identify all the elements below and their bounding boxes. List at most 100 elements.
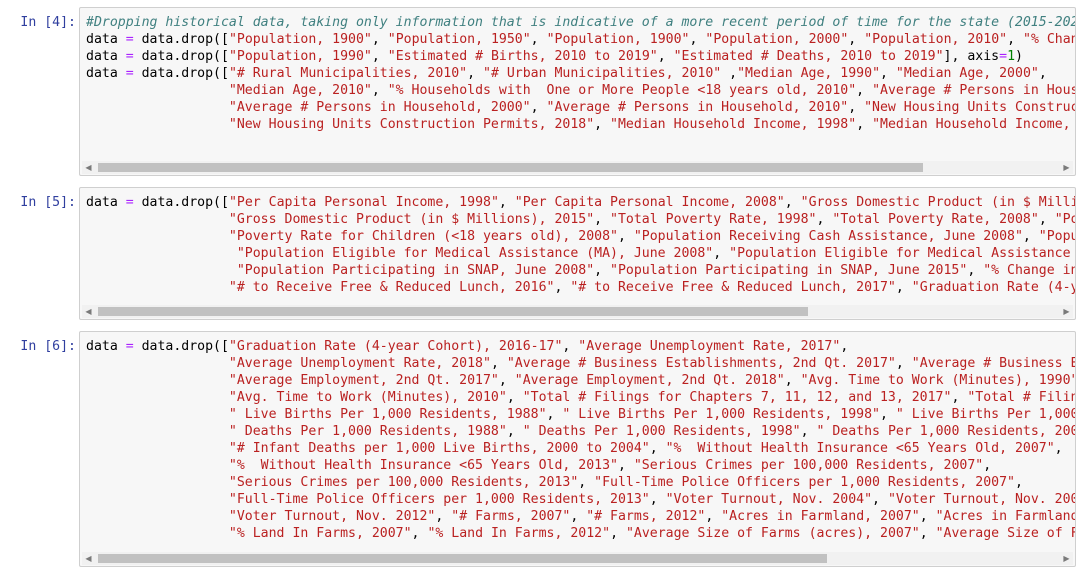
code-token: "Average Unemployment Rate, 2018" [228,356,491,371]
code-token: "# Urban Municipalities, 2010" [483,66,722,81]
code-token: , [1038,66,1047,81]
code-token: " Live Births Per 1,000 Resi [895,407,1075,422]
code-line: "Population Participating in SNAP, June … [86,262,1075,279]
code-token: , [1054,441,1063,456]
code-editor[interactable]: #Dropping historical data, taking only i… [79,7,1076,176]
code-token: "Voter Turnout, Nov. 2004" [665,492,873,507]
code-token: "% Land In Farms, 2012" [427,526,611,541]
right-arrow-icon[interactable]: ▶ [1060,552,1073,565]
code-token: , [713,246,730,261]
code-editor[interactable]: data = data.drop(["Graduation Rate (4-ye… [79,331,1076,567]
code-token: , [617,458,634,473]
code-token: "Estimated # Deaths, 2010 to 2019" [673,49,944,64]
code-token: "Population, 1900" [546,32,690,47]
code-token: "New Housing Units Construction Permits,… [228,117,595,132]
left-arrow-icon[interactable]: ◀ [82,161,95,174]
code-token: , [371,83,388,98]
code-line: "Poverty Rate for Children (<18 years ol… [86,228,1075,245]
code-token: " Deaths Per 1,000 Residents, 1998" [522,424,801,439]
code-line: "New Housing Units Construction Permits,… [86,116,1075,133]
code-token: , [570,509,587,524]
right-arrow-icon[interactable]: ▶ [1060,305,1073,318]
code-token: "Population, 1990" [228,49,372,64]
horizontal-scrollbar[interactable]: ◀ ▶ [82,552,1073,565]
left-arrow-icon[interactable]: ◀ [82,305,95,318]
code-token: "# Farms, 2007" [451,509,571,524]
code-cell-5[interactable]: In [5]: data = data.drop(["Per Capita Pe… [0,187,1081,320]
horizontal-scrollbar[interactable]: ◀ ▶ [82,161,1073,174]
code-editor[interactable]: data = data.drop(["Per Capita Personal I… [79,187,1076,320]
code-line: "Population Eligible for Medical Assista… [86,245,1075,262]
code-token: , [371,32,388,47]
code-token: , [371,49,388,64]
code-token: , [435,509,452,524]
code-token: "% Land In Farms, 2007" [228,526,412,541]
code-token: , [840,339,849,354]
code-token: = [125,66,134,81]
code-token: data.drop([ [133,339,229,354]
code-text[interactable]: data = data.drop(["Graduation Rate (4-ye… [86,338,1075,542]
code-token: , [467,66,484,81]
right-arrow-icon[interactable]: ▶ [1060,161,1073,174]
code-token: "Voter Turnout, Nov. 2012" [228,509,436,524]
code-token: , [610,526,626,541]
code-token: "Avg. Time to Work (Minutes), 2010" [228,390,507,405]
left-arrow-icon[interactable]: ◀ [82,552,95,565]
code-text[interactable]: data = data.drop(["Per Capita Personal I… [86,194,1075,296]
code-token: , [530,100,547,115]
code-line: "Average # Persons in Household, 2000", … [86,99,1075,116]
code-token: "Serious Crimes per 100,000 Residents, 2… [228,475,579,490]
code-token: "Average Employment, 2nd Qt. 2017" [228,373,499,388]
code-token: , [649,492,666,507]
code-token: 1 [1007,49,1016,64]
code-token: "Serious Crimes per 100,000 Residents, 2… [633,458,984,473]
code-token: "Average # Persons in Household [872,83,1075,98]
code-token: , [856,83,873,98]
code-token: "Per Capita Personal Income, 1998" [228,195,499,210]
code-token: "Population Participating in SNAP, June … [610,263,968,278]
code-token: , [800,424,817,439]
code-token: , [1007,32,1023,47]
code-token: , [411,526,428,541]
code-token: "Population Eligible for Medical Assista… [236,246,714,261]
code-token: "Total # Filings fo [967,390,1075,405]
code-token: #Dropping historical data, taking only i… [86,15,1075,30]
scrollbar-thumb[interactable] [98,163,923,172]
code-token: , [546,407,563,422]
code-token: = [125,32,134,47]
code-cell-4[interactable]: In [4]: #Dropping historical data, takin… [0,7,1081,177]
code-line: "# Infant Deaths per 1,000 Live Births, … [86,440,1075,457]
code-token: ], axis [943,49,1000,64]
code-line: "Average Employment, 2nd Qt. 2017", "Ave… [86,372,1075,389]
code-line: data = data.drop(["# Rural Municipalitie… [86,65,1075,82]
code-token: , [919,526,936,541]
code-token: , [880,66,896,81]
code-token: , [649,441,666,456]
code-cell-6[interactable]: In [6]: data = data.drop(["Graduation Ra… [0,331,1081,567]
horizontal-scrollbar[interactable]: ◀ ▶ [82,305,1073,318]
code-line: "Median Age, 2010", "% Households with O… [86,82,1075,99]
code-token: , [784,373,801,388]
code-token: "Population, 2000" [705,32,849,47]
code-token: , [617,229,634,244]
code-token: " Live Births Per 1,000 Residents, 1988" [228,407,547,422]
scrollbar-thumb[interactable] [98,554,827,563]
code-token: = [125,339,134,354]
code-token: "% Without Health Insurance <65 Years Ol… [665,441,1055,456]
code-text[interactable]: #Dropping historical data, taking only i… [86,14,1075,133]
code-token: ) [1015,49,1023,64]
code-line: "Gross Domestic Product (in $ Millions),… [86,211,1075,228]
code-line: " Deaths Per 1,000 Residents, 1988", " D… [86,423,1075,440]
code-token: "Poverty Rate for Children (<18 years ol… [228,229,618,244]
code-token: "Population Eligible for Medical Assista… [729,246,1071,261]
scrollbar-thumb[interactable] [98,307,808,316]
code-token: data.drop([ [133,49,229,64]
code-token: "Estimated # Births, 2010 to 2019" [387,49,658,64]
